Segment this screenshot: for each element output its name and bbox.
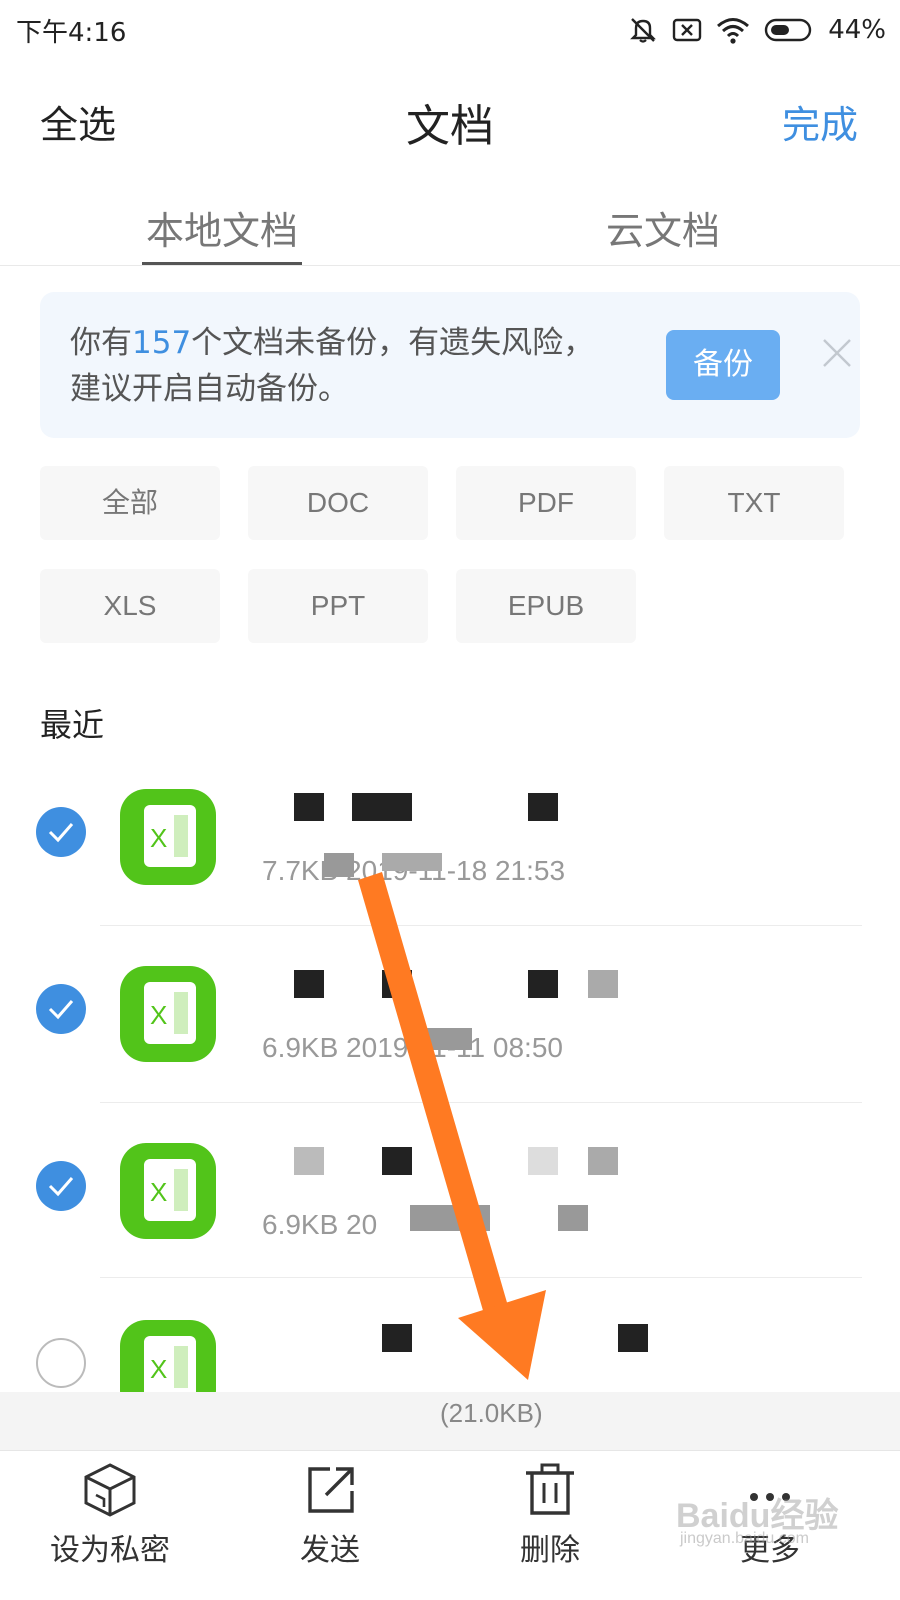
banner-text-before: 你有 (70, 325, 132, 361)
private-box-icon (84, 1463, 136, 1517)
backup-banner-text: 你有157个文档未备份，有遗失风险，建议开启自动备份。 (70, 320, 610, 412)
checkbox-checked[interactable] (36, 984, 86, 1034)
battery-icon (764, 17, 814, 43)
file-name-redacted (262, 966, 682, 1026)
checkmark-icon (48, 1177, 74, 1197)
filter-chip-pdf[interactable]: PDF (456, 466, 636, 540)
close-icon[interactable] (822, 338, 852, 368)
mute-bell-icon (628, 15, 658, 45)
checkbox-checked[interactable] (36, 807, 86, 857)
filter-chip-xls[interactable]: XLS (40, 569, 220, 643)
tab-bar: 本地文档 云文档 (0, 180, 900, 266)
delete-button[interactable]: 删除 (460, 1459, 640, 1569)
file-row[interactable]: X 7.7KB 2019-11-18 21:53 (0, 745, 900, 926)
file-name-redacted (262, 1320, 682, 1380)
file-name-redacted (262, 1143, 682, 1203)
checkmark-icon (48, 823, 74, 843)
checkmark-icon (48, 1000, 74, 1020)
recent-heading: 最近 (40, 706, 105, 744)
done-button[interactable]: 完成 (782, 94, 858, 149)
battery-percent: 44% (828, 15, 886, 45)
filter-chip-doc[interactable]: DOC (248, 466, 428, 540)
svg-text:X: X (150, 1354, 167, 1384)
file-row[interactable]: X 6.9KB 2019-11-11 08:50 (0, 922, 900, 1103)
share-icon (308, 1467, 354, 1513)
page-title: 文档 (406, 101, 494, 152)
delete-label: 删除 (520, 1533, 580, 1568)
excel-file-icon: X (118, 964, 218, 1064)
file-row[interactable]: X 6.9KB 20 (0, 1099, 900, 1278)
file-name-redacted (262, 789, 682, 849)
nav-header: 全选 文档 完成 (0, 60, 900, 180)
set-private-label: 设为私密 (50, 1533, 170, 1568)
checkbox-checked[interactable] (36, 1161, 86, 1211)
backup-button[interactable]: 备份 (666, 330, 780, 400)
status-icons: 44% (628, 12, 886, 48)
set-private-button[interactable]: 设为私密 (20, 1459, 200, 1569)
checkbox-unchecked[interactable] (36, 1338, 86, 1388)
filter-chip-all[interactable]: 全部 (40, 466, 220, 540)
tab-local-documents[interactable]: 本地文档 (146, 200, 298, 255)
svg-text:X: X (150, 823, 167, 853)
file-row[interactable]: X (0, 1276, 900, 1392)
trash-icon (526, 1463, 574, 1515)
selection-summary-bar: (21.0KB) (0, 1392, 900, 1450)
status-time: 下午4:16 (16, 18, 127, 48)
watermark-url: jingyan.baidu.com (680, 1530, 809, 1547)
excel-file-icon: X (118, 787, 218, 887)
send-button[interactable]: 发送 (240, 1459, 420, 1569)
excel-file-icon: X (118, 1318, 218, 1392)
sim-off-icon (672, 17, 702, 43)
active-tab-indicator (142, 262, 302, 265)
filter-chip-epub[interactable]: EPUB (456, 569, 636, 643)
excel-file-icon: X (118, 1141, 218, 1241)
svg-text:X: X (150, 1177, 167, 1207)
backup-banner: 你有157个文档未备份，有遗失风险，建议开启自动备份。 备份 (40, 292, 860, 438)
file-meta: 6.9KB 20 (262, 1209, 378, 1240)
unbacked-count: 157 (132, 325, 192, 361)
status-bar: 下午4:16 44% (0, 0, 900, 60)
filter-chip-txt[interactable]: TXT (664, 466, 844, 540)
wifi-icon (716, 16, 750, 44)
svg-text:X: X (150, 1000, 167, 1030)
selection-summary: (21.0KB) (440, 1398, 543, 1428)
filter-chip-ppt[interactable]: PPT (248, 569, 428, 643)
send-label: 发送 (300, 1533, 360, 1568)
tab-cloud-documents[interactable]: 云文档 (606, 200, 720, 255)
